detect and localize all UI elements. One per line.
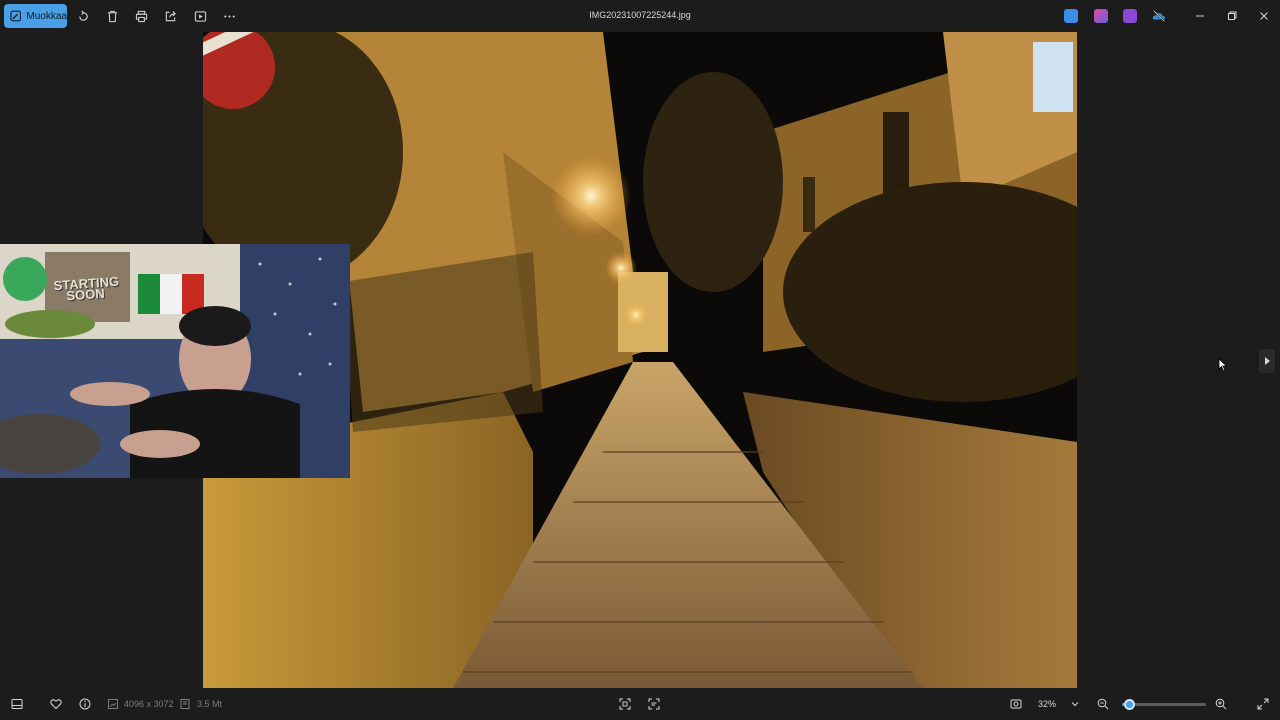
top-toolbar: Muokkaa IMG20231007225244.jpg bbox=[0, 0, 1280, 32]
restore-icon bbox=[1228, 11, 1237, 20]
clipchamp-app-icon[interactable] bbox=[1123, 9, 1137, 23]
chevron-down-icon bbox=[1071, 702, 1079, 707]
fullscreen-button[interactable] bbox=[1255, 696, 1271, 712]
rotate-button[interactable] bbox=[75, 8, 91, 24]
designer-app-icon[interactable] bbox=[1064, 9, 1078, 23]
delete-button[interactable] bbox=[104, 8, 120, 24]
heart-icon bbox=[50, 699, 62, 710]
close-button[interactable] bbox=[1256, 8, 1272, 24]
file-info-button[interactable] bbox=[77, 696, 93, 712]
favorite-button[interactable] bbox=[48, 696, 64, 712]
rotate-icon bbox=[78, 10, 88, 21]
filmstrip-button[interactable] bbox=[9, 696, 25, 712]
info-icon bbox=[79, 698, 91, 710]
file-size-icon bbox=[177, 696, 193, 712]
print-button[interactable] bbox=[133, 8, 149, 24]
zoom-dropdown-toggle[interactable] bbox=[1067, 696, 1083, 712]
next-image-button[interactable] bbox=[1259, 349, 1275, 373]
minimize-button[interactable] bbox=[1192, 8, 1208, 24]
webcam-overlay: STARTING SOON bbox=[0, 244, 350, 478]
edit-icon bbox=[10, 10, 22, 22]
delete-icon bbox=[107, 10, 117, 22]
more-options-button[interactable] bbox=[221, 8, 237, 24]
copilot-app-icon[interactable] bbox=[1094, 9, 1108, 23]
image-size-icon bbox=[105, 696, 121, 712]
share-icon bbox=[165, 10, 176, 21]
more-icon bbox=[223, 14, 235, 18]
chevron-right-icon bbox=[1265, 357, 1270, 365]
minimize-icon bbox=[1196, 15, 1204, 17]
visual-search-button[interactable] bbox=[646, 696, 662, 712]
share-button[interactable] bbox=[162, 8, 178, 24]
mouse-cursor-icon bbox=[1218, 358, 1228, 372]
zoom-in-icon bbox=[1215, 698, 1227, 710]
bottom-toolbar: 4096 x 3072 3.5 Mt 32% bbox=[0, 688, 1280, 720]
close-icon bbox=[1260, 12, 1268, 20]
scan-text-icon bbox=[648, 698, 660, 710]
slideshow-button[interactable] bbox=[192, 8, 208, 24]
actual-size-button[interactable] bbox=[1008, 696, 1024, 712]
starting-soon-banner: STARTING SOON bbox=[53, 273, 120, 304]
file-size: 3.5 Mt bbox=[197, 699, 223, 709]
onedrive-offline-icon[interactable] bbox=[1152, 9, 1166, 23]
zoom-level-dropdown[interactable]: 32% bbox=[1038, 699, 1056, 709]
fit-screen-icon bbox=[619, 698, 631, 710]
zoom-in-button[interactable] bbox=[1213, 696, 1229, 712]
filmstrip-icon bbox=[11, 699, 23, 709]
slideshow-icon bbox=[194, 10, 206, 22]
edit-button-label: Muokkaa bbox=[26, 10, 67, 22]
zoom-out-button[interactable] bbox=[1095, 696, 1111, 712]
print-icon bbox=[135, 10, 147, 22]
zoom-slider[interactable] bbox=[1122, 699, 1206, 710]
edit-button[interactable]: Muokkaa bbox=[4, 4, 67, 28]
maximize-button[interactable] bbox=[1224, 8, 1240, 24]
actual-size-icon bbox=[1010, 699, 1022, 709]
image-dimensions: 4096 x 3072 bbox=[124, 699, 174, 709]
zoom-slider-thumb[interactable] bbox=[1123, 699, 1135, 710]
fit-to-window-button[interactable] bbox=[617, 696, 633, 712]
zoom-out-icon bbox=[1097, 698, 1109, 710]
expand-icon bbox=[1257, 698, 1269, 710]
